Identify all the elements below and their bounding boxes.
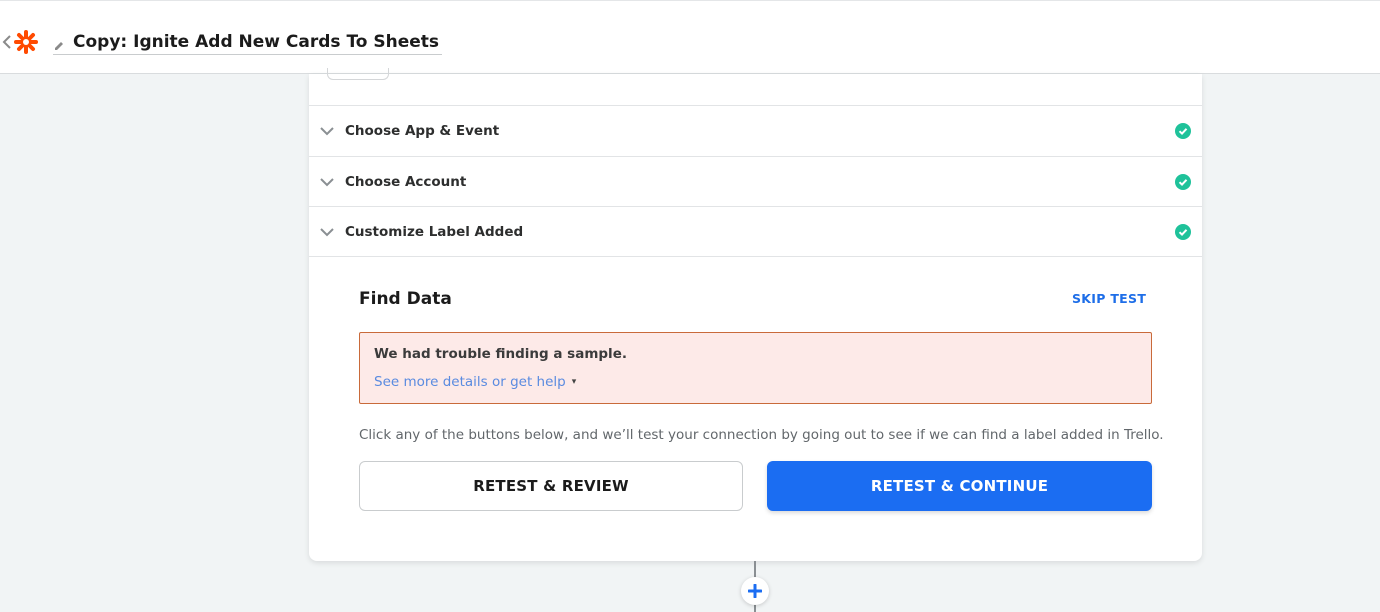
chevron-down-icon [319,224,335,240]
chevron-down-icon [319,123,335,139]
step-row-label: Customize Label Added [345,223,524,240]
step-card: Choose App & Event Choose Account Custom… [309,68,1202,561]
step-row-label: Choose App & Event [345,122,500,139]
step-row-choose-account[interactable]: Choose Account [309,156,1202,206]
caret-down-icon: ▾ [571,377,577,387]
sample-error-alert: We had trouble finding a sample. See mor… [359,332,1152,404]
check-circle-icon [1175,122,1191,139]
retest-continue-button[interactable]: RETEST & CONTINUE [767,461,1152,511]
step-row-customize-label-added[interactable]: Customize Label Added [309,206,1202,256]
test-description: Click any of the buttons below, and we’l… [359,427,1164,443]
step-row-choose-app-event[interactable]: Choose App & Event [309,105,1202,155]
section-divider [309,256,1202,257]
alert-link-label: See more details or get help [374,374,566,390]
pencil-icon [53,37,65,50]
plus-icon [748,584,762,598]
zap-title-editor[interactable]: Copy: Ignite Add New Cards To Sheets [53,29,443,55]
check-circle-icon [1175,173,1191,190]
editor-header: Copy: Ignite Add New Cards To Sheets [0,0,1380,74]
back-chevron-icon[interactable] [2,32,14,52]
check-circle-icon [1175,223,1191,240]
zapier-logo-icon[interactable] [14,30,38,54]
step-row-label: Choose Account [345,173,467,190]
collapsed-button-stub[interactable] [327,68,389,80]
alert-title: We had trouble finding a sample. [374,346,627,362]
find-data-title: Find Data [359,289,452,309]
zap-title: Copy: Ignite Add New Cards To Sheets [73,31,440,52]
add-step-button[interactable] [741,577,769,605]
retest-review-button[interactable]: RETEST & REVIEW [359,461,743,511]
chevron-down-icon [319,174,335,190]
skip-test-link[interactable]: SKIP TEST [1072,291,1146,306]
see-more-details-link[interactable]: See more details or get help ▾ [374,374,576,390]
